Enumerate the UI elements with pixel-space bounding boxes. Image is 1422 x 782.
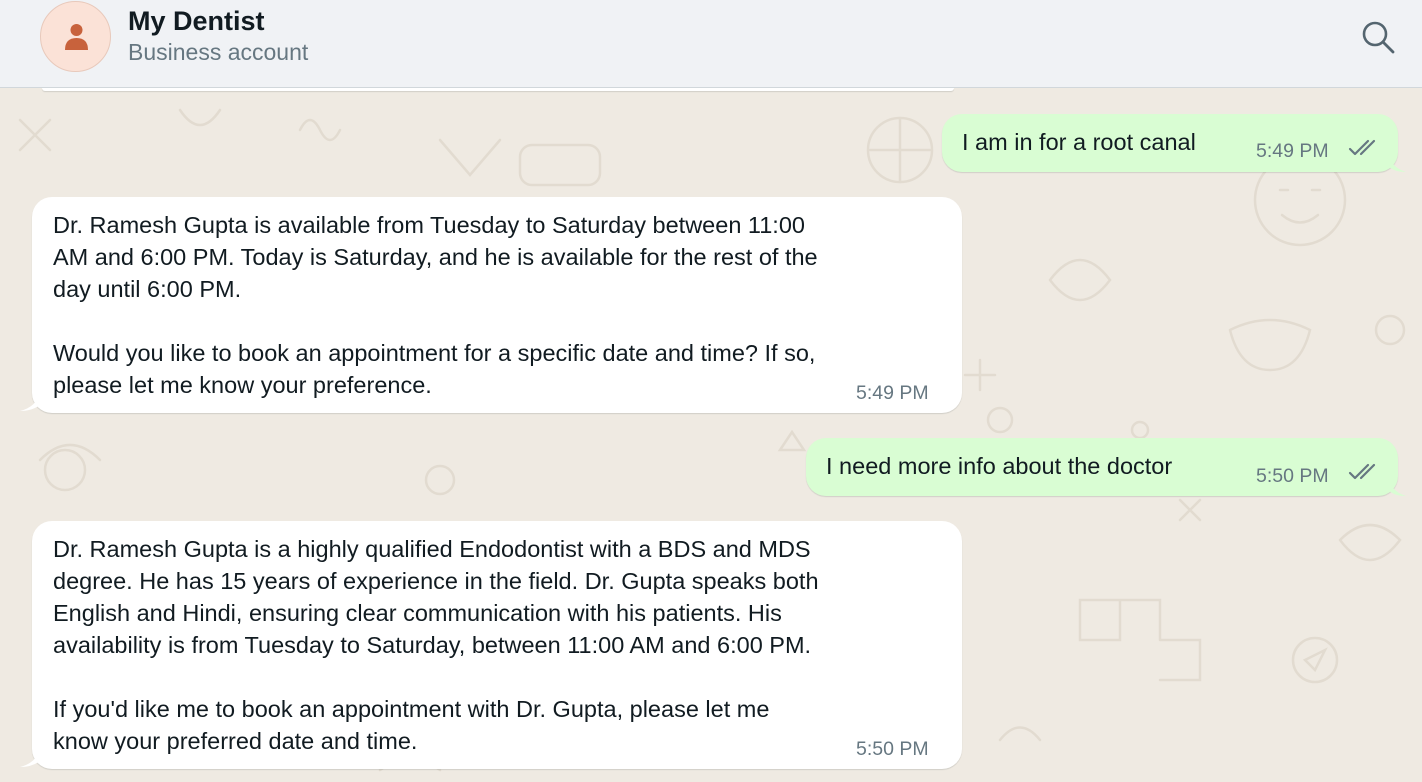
message-text: I am in for a root canal <box>962 129 1196 155</box>
incoming-message[interactable]: Dr. Ramesh Gupta is available from Tuesd… <box>32 197 962 413</box>
previous-message-edge <box>42 88 954 91</box>
bubble-tail <box>1388 154 1406 172</box>
bubble-tail <box>20 749 40 767</box>
outgoing-message[interactable]: I need more info about the doctor 5:50 P… <box>806 438 1398 496</box>
bubble-tail <box>20 393 40 411</box>
double-check-icon <box>1348 463 1376 480</box>
message-text: Dr. Ramesh Gupta is available from Tuesd… <box>53 212 818 398</box>
bubble-tail <box>1388 478 1406 496</box>
contact-name[interactable]: My Dentist <box>128 6 265 37</box>
person-icon <box>65 24 88 50</box>
avatar[interactable] <box>40 1 111 72</box>
outgoing-message[interactable]: I am in for a root canal 5:49 PM <box>942 114 1398 172</box>
message-time: 5:50 PM <box>856 738 929 760</box>
contact-subtitle: Business account <box>128 39 309 65</box>
search-icon <box>1362 21 1395 54</box>
message-time: 5:49 PM <box>1256 140 1329 162</box>
chat-header: My Dentist Business account <box>0 0 1422 88</box>
double-check-icon <box>1348 139 1376 156</box>
incoming-message[interactable]: Dr. Ramesh Gupta is a highly qualified E… <box>32 521 962 769</box>
message-text: I need more info about the doctor <box>826 453 1173 479</box>
message-time: 5:50 PM <box>1256 465 1329 487</box>
search-button[interactable] <box>1358 17 1398 57</box>
message-time: 5:49 PM <box>856 382 929 404</box>
message-text: Dr. Ramesh Gupta is a highly qualified E… <box>53 536 819 754</box>
